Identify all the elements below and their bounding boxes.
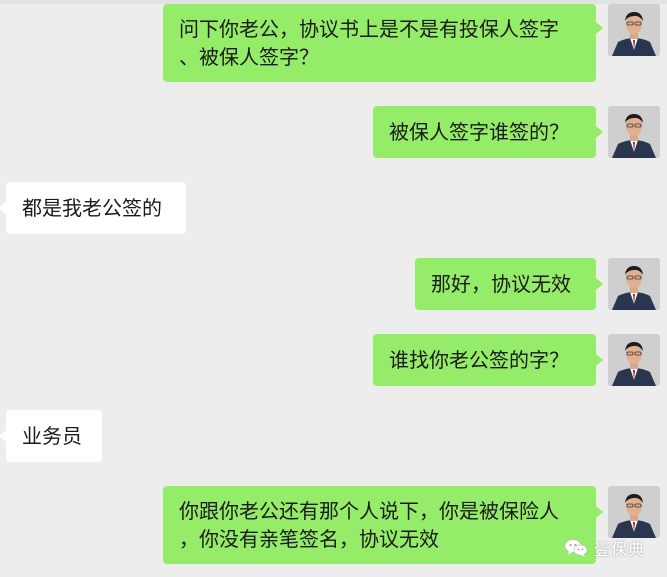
chat-bubble-sent[interactable]: 你跟你老公还有那个人说下，你是被保险人 ，你没有亲笔签名，协议无效 [163,486,596,564]
message-text-line: 谁找你老公签的字？ [389,348,569,372]
watermark: 壹保典 [564,534,660,562]
bubble-tail [596,354,603,366]
user-avatar[interactable] [608,334,660,386]
message-text-line: 那好，协议无效 [431,272,571,296]
chat-bubble-sent[interactable]: 被保人签字谁签的？ [373,106,596,158]
message-text-line: 、被保人签字？ [179,45,319,69]
chat-bubble-sent[interactable]: 那好，协议无效 [415,258,596,310]
message-text-line: 被保人签字谁签的？ [389,120,569,144]
bubble-tail [596,22,603,34]
watermark-text: 壹保典 [594,540,646,559]
bubble-tail [596,278,603,290]
person-avatar-icon [608,334,660,386]
user-avatar[interactable] [608,4,660,56]
person-avatar-icon [608,106,660,158]
message-text-line: ，你没有亲笔签名，协议无效 [179,527,439,551]
chat-bubble-received[interactable]: 业务员 [6,410,102,462]
bubble-tail [596,506,603,518]
person-avatar-icon [608,4,660,56]
wechat-icon [564,539,588,557]
message-text-line: 问下你老公，协议书上是不是有投保人签字 [179,17,559,41]
person-avatar-icon [608,258,660,310]
message-text-line: 你跟你老公还有那个人说下，你是被保险人 [179,499,559,523]
chat-bubble-sent[interactable]: 问下你老公，协议书上是不是有投保人签字 、被保人签字？ [163,4,596,82]
message-text-line: 业务员 [22,424,82,448]
message-text-line: 都是我老公签的 [22,196,162,220]
chat-bubble-received[interactable]: 都是我老公签的 [6,182,186,234]
person-avatar-icon [608,486,660,538]
bubble-tail [596,126,603,138]
user-avatar[interactable] [608,106,660,158]
user-avatar[interactable] [608,258,660,310]
chat-bubble-sent[interactable]: 谁找你老公签的字？ [373,334,596,386]
user-avatar[interactable] [608,486,660,538]
